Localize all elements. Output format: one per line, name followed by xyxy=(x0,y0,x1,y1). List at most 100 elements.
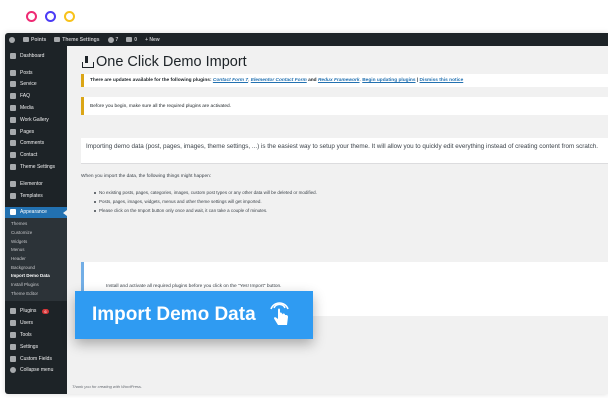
install-notice-text: Install and activate all required plugin… xyxy=(106,284,282,289)
refresh-icon xyxy=(107,36,114,43)
sidebar-item-faq[interactable]: FAQ xyxy=(5,90,67,102)
main-content: One Click Demo Import There are updates … xyxy=(67,46,608,394)
dismiss-notice-link[interactable]: Dismiss this notice xyxy=(420,78,464,83)
pages-icon xyxy=(10,128,16,135)
sidebar-item-tools[interactable]: Tools xyxy=(5,329,67,341)
plugins-update-badge: 6 xyxy=(42,308,49,314)
admin-sidebar: Dashboard Posts Service FAQ Media Work G… xyxy=(5,46,67,394)
settings-icon xyxy=(10,343,16,350)
admin-bar-updates[interactable]: 7 xyxy=(107,36,119,43)
sidebar-item-theme-settings[interactable]: Theme Settings xyxy=(5,161,67,173)
sidebar-item-service[interactable]: Service xyxy=(5,79,67,91)
contact-icon xyxy=(10,152,16,159)
update-notice-text: There are updates available for the foll… xyxy=(90,78,212,83)
admin-bar: Points Theme Settings 7 0 + New xyxy=(5,33,608,46)
users-icon xyxy=(10,320,16,327)
required-notice-text: Before you begin, make sure all the requ… xyxy=(90,103,232,109)
yellow-dot xyxy=(64,11,75,22)
sidebar-label: Tools xyxy=(20,332,32,339)
sidebar-label: Contact xyxy=(20,152,38,159)
admin-bar-comments[interactable]: 0 xyxy=(126,37,137,43)
red-dot xyxy=(26,11,37,22)
collapse-menu-button[interactable]: Collapse menu xyxy=(5,365,67,377)
templates-icon xyxy=(10,192,16,199)
import-demo-data-button[interactable]: Import Demo Data xyxy=(75,291,313,339)
sidebar-label: Collapse menu xyxy=(20,367,54,374)
faq-icon xyxy=(10,93,16,100)
plugin-link-elementor-cf[interactable]: Elementor Contact Form xyxy=(251,78,307,83)
sidebar-item-users[interactable]: Users xyxy=(5,317,67,329)
tools-icon xyxy=(10,332,16,339)
sidebar-item-media[interactable]: Media xyxy=(5,102,67,114)
theme-settings-label: Theme Settings xyxy=(62,36,100,43)
sidebar-item-pages[interactable]: Pages xyxy=(5,126,67,138)
submenu-theme-editor[interactable]: Theme Editor xyxy=(5,290,67,299)
submenu-themes[interactable]: Themes xyxy=(5,220,67,229)
submenu-menus[interactable]: Menus xyxy=(5,246,67,255)
sidebar-label: Pages xyxy=(20,128,35,135)
submenu-customize[interactable]: Customize xyxy=(5,229,67,238)
update-notice: There are updates available for the foll… xyxy=(81,74,608,87)
sidebar-item-custom-fields[interactable]: Custom Fields xyxy=(5,353,67,365)
admin-bar-new[interactable]: + New xyxy=(145,37,160,43)
admin-bar-site[interactable]: Points xyxy=(23,37,46,43)
window-dots xyxy=(26,11,75,22)
list-item: Please click on the Import button only o… xyxy=(94,206,317,215)
page-title: One Click Demo Import xyxy=(82,54,247,70)
blue-dot xyxy=(45,11,56,22)
comments-icon xyxy=(10,140,16,147)
sidebar-label: Elementor xyxy=(20,180,43,187)
comment-icon xyxy=(126,37,133,42)
gallery-icon xyxy=(10,116,16,123)
sidebar-item-contact[interactable]: Contact xyxy=(5,149,67,161)
sidebar-item-templates[interactable]: Templates xyxy=(5,190,67,202)
submenu-widgets[interactable]: Widgets xyxy=(5,238,67,247)
submenu-import-demo-data[interactable]: Import Demo Data xyxy=(5,272,67,281)
home-icon xyxy=(23,37,29,42)
comments-count: 0 xyxy=(134,36,138,43)
browser-frame: Points Theme Settings 7 0 + New Dashboar… xyxy=(5,33,608,394)
sidebar-label: Users xyxy=(20,320,34,327)
sidebar-label: Theme Settings xyxy=(20,164,56,171)
sidebar-label: Dashboard xyxy=(20,52,45,59)
collapse-icon xyxy=(10,367,16,374)
list-item: Posts, pages, images, widgets, menus and… xyxy=(94,197,317,206)
sidebar-label: Work Gallery xyxy=(20,116,49,123)
sidebar-item-elementor[interactable]: Elementor xyxy=(5,178,67,190)
sidebar-label: Comments xyxy=(20,140,45,147)
sidebar-label: Settings xyxy=(20,343,39,350)
dashboard-icon xyxy=(10,52,16,59)
notice-divider: | xyxy=(416,78,419,83)
begin-updating-link[interactable]: Begin updating plugins xyxy=(362,78,415,83)
import-button-label: Import Demo Data xyxy=(92,304,256,325)
sidebar-item-appearance[interactable]: Appearance xyxy=(5,206,67,219)
sidebar-item-plugins[interactable]: Plugins 6 xyxy=(5,306,67,318)
submenu-background[interactable]: Background xyxy=(5,264,67,273)
intro-panel: Importing demo data (post, pages, images… xyxy=(81,138,608,164)
intro-text: Importing demo data (post, pages, images… xyxy=(86,143,599,150)
sidebar-label: Templates xyxy=(20,192,43,199)
sidebar-label: FAQ xyxy=(20,93,31,100)
required-plugins-notice: Before you begin, make sure all the requ… xyxy=(81,97,608,115)
happen-text: When you import the data, the following … xyxy=(81,174,212,179)
sidebar-item-dashboard[interactable]: Dashboard xyxy=(5,50,67,62)
plugin-link-cf7[interactable]: Contact Form 7 xyxy=(213,78,248,83)
submenu-header[interactable]: Header xyxy=(5,255,67,264)
sidebar-item-comments[interactable]: Comments xyxy=(5,138,67,150)
appearance-submenu: Themes Customize Widgets Menus Header Ba… xyxy=(5,218,67,301)
sidebar-item-settings[interactable]: Settings xyxy=(5,341,67,353)
sidebar-item-posts[interactable]: Posts xyxy=(5,67,67,79)
admin-bar-theme-settings[interactable]: Theme Settings xyxy=(54,36,100,43)
sidebar-item-work-gallery[interactable]: Work Gallery xyxy=(5,114,67,126)
updates-count: 7 xyxy=(115,36,119,43)
wordpress-icon xyxy=(9,36,15,43)
sidebar-label: Service xyxy=(20,81,37,88)
site-name: Points xyxy=(31,36,47,43)
sidebar-label: Media xyxy=(20,105,34,112)
plugin-link-redux[interactable]: Redux Framework xyxy=(318,78,360,83)
new-label: + New xyxy=(145,36,160,43)
submenu-install-plugins[interactable]: Install Plugins xyxy=(5,281,67,290)
settings-icon xyxy=(10,164,16,171)
wp-logo[interactable] xyxy=(9,36,15,43)
pointer-hand-icon xyxy=(270,302,289,325)
